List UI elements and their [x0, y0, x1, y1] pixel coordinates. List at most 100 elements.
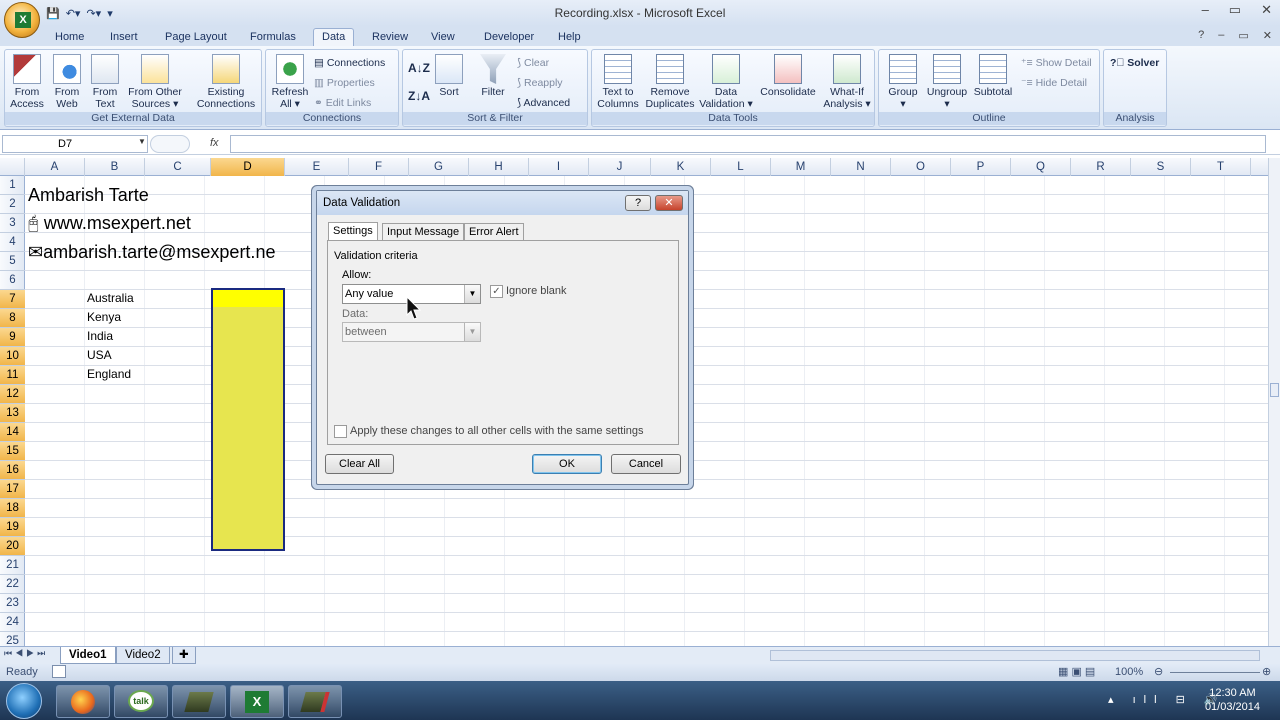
row-header[interactable]: 21 — [0, 556, 25, 575]
sort-ascending-icon[interactable]: A↓Z — [408, 60, 430, 76]
existing-connections-button[interactable]: Existing Connections — [193, 54, 259, 110]
tab-formulas[interactable]: Formulas — [242, 29, 304, 46]
from-web-button[interactable]: From Web — [47, 54, 87, 110]
text-to-columns-button[interactable]: Text to Columns — [594, 54, 642, 110]
dropdown-arrow-icon[interactable]: ▼ — [464, 323, 480, 341]
row-header[interactable]: 1 — [0, 176, 25, 195]
excel-taskbar-icon[interactable]: X — [230, 685, 284, 718]
edit-links-button[interactable]: ⚭ Edit Links — [314, 95, 371, 111]
solver-button[interactable]: ?⃕ Solver — [1110, 55, 1159, 71]
row-header[interactable]: 13 — [0, 404, 25, 423]
horizontal-scrollbar[interactable] — [770, 650, 1260, 661]
row-header[interactable]: 9 — [0, 328, 25, 347]
row-header[interactable]: 7 — [0, 290, 25, 309]
column-header[interactable]: B — [85, 158, 145, 176]
tab-input-message[interactable]: Input Message — [382, 223, 465, 240]
data-dropdown[interactable]: between ▼ — [342, 322, 481, 342]
subtotal-button[interactable]: Subtotal — [971, 54, 1015, 98]
insert-sheet-icon[interactable]: ✚ — [172, 647, 196, 664]
ribbon-restore-icon[interactable]: ▭ — [1238, 29, 1248, 42]
row-header[interactable]: 16 — [0, 461, 25, 480]
column-header[interactable]: P — [951, 158, 1011, 176]
cell-country[interactable]: Australia — [87, 291, 134, 305]
google-talk-taskbar-icon[interactable]: talk — [114, 685, 168, 718]
column-header[interactable]: T — [1191, 158, 1251, 176]
show-detail-button[interactable]: ⁺≡ Show Detail — [1021, 55, 1092, 71]
close-button[interactable]: ✕ — [1261, 2, 1272, 18]
dialog-close-button[interactable]: ✕ — [655, 195, 683, 211]
what-if-analysis-button[interactable]: What-If Analysis ▾ — [820, 54, 874, 110]
view-buttons-icon[interactable]: ▦ ▣ ▤ — [1058, 665, 1095, 678]
zoom-in-icon[interactable]: ⊕ — [1262, 665, 1271, 678]
cell-country[interactable]: India — [87, 329, 113, 343]
row-header[interactable]: 20 — [0, 537, 25, 556]
select-all-corner[interactable] — [0, 158, 25, 176]
row-header[interactable]: 23 — [0, 594, 25, 613]
tab-developer[interactable]: Developer — [476, 29, 542, 46]
app-taskbar-icon[interactable] — [172, 685, 226, 718]
sort-button[interactable]: Sort — [431, 54, 467, 98]
restore-button[interactable]: ▭ — [1229, 2, 1241, 18]
apply-all-checkbox[interactable] — [334, 425, 347, 438]
connections-button[interactable]: ▤ Connections — [314, 55, 385, 71]
row-header[interactable]: 8 — [0, 309, 25, 328]
row-header[interactable]: 17 — [0, 480, 25, 499]
remove-duplicates-button[interactable]: Remove Duplicates — [642, 54, 698, 110]
scroll-thumb[interactable] — [1270, 383, 1279, 397]
macro-record-icon[interactable] — [52, 665, 66, 678]
insert-function-icon[interactable]: fx — [210, 137, 219, 149]
from-text-button[interactable]: From Text — [87, 54, 123, 110]
recorder-taskbar-icon[interactable] — [288, 685, 342, 718]
hide-detail-button[interactable]: ⁻≡ Hide Detail — [1021, 75, 1087, 91]
row-header[interactable]: 15 — [0, 442, 25, 461]
zoom-slider[interactable] — [1170, 672, 1260, 673]
tab-error-alert[interactable]: Error Alert — [464, 223, 524, 240]
clear-all-button[interactable]: Clear All — [325, 454, 394, 474]
row-header[interactable]: 18 — [0, 499, 25, 518]
ok-button[interactable]: OK — [532, 454, 602, 474]
ungroup-button[interactable]: Ungroup ▾ — [923, 54, 971, 110]
refresh-all-button[interactable]: Refresh All ▾ — [268, 54, 312, 110]
column-header[interactable]: Q — [1011, 158, 1071, 176]
row-header[interactable]: 24 — [0, 613, 25, 632]
cell-website[interactable]: 🖰 www.msexpert.net — [28, 213, 191, 234]
filter-button[interactable]: Filter — [473, 54, 513, 98]
column-header[interactable]: D — [211, 158, 285, 176]
clear-filter-button[interactable]: ⟆ Clear — [517, 55, 549, 71]
name-box-dropdown-icon[interactable]: ▼ — [138, 137, 146, 146]
row-header[interactable]: 6 — [0, 271, 25, 290]
row-header[interactable]: 3 — [0, 214, 25, 233]
column-header[interactable]: A — [25, 158, 85, 176]
row-header[interactable]: 12 — [0, 385, 25, 404]
row-header[interactable]: 5 — [0, 252, 25, 271]
column-header[interactable]: N — [831, 158, 891, 176]
column-header[interactable]: F — [349, 158, 409, 176]
row-header[interactable]: 19 — [0, 518, 25, 537]
row-header[interactable]: 11 — [0, 366, 25, 385]
formula-bar-expander[interactable] — [150, 135, 190, 153]
row-header[interactable]: 4 — [0, 233, 25, 252]
properties-button[interactable]: ▥ Properties — [314, 75, 375, 91]
selected-range-d7-d20[interactable] — [211, 288, 285, 551]
cell-name[interactable]: Ambarish Tarte — [28, 185, 149, 206]
data-validation-button[interactable]: Data Validation ▾ — [698, 54, 754, 110]
column-header[interactable]: C — [145, 158, 211, 176]
ribbon-close-icon[interactable]: ✕ — [1263, 29, 1272, 42]
ribbon-minimize-icon[interactable]: – — [1218, 29, 1224, 42]
formula-input[interactable] — [230, 135, 1266, 153]
column-header[interactable]: E — [285, 158, 349, 176]
group-button[interactable]: Group ▾ — [881, 54, 925, 110]
tab-view[interactable]: View — [423, 29, 463, 46]
minimize-button[interactable]: – — [1202, 2, 1209, 18]
column-header[interactable]: I — [529, 158, 589, 176]
column-header[interactable]: S — [1131, 158, 1191, 176]
row-header[interactable]: 2 — [0, 195, 25, 214]
active-cell-d7[interactable] — [213, 290, 283, 307]
vertical-scrollbar[interactable] — [1268, 158, 1280, 646]
from-other-sources-button[interactable]: From Other Sources ▾ — [123, 54, 187, 110]
column-header[interactable]: G — [409, 158, 469, 176]
tab-home[interactable]: Home — [47, 29, 92, 46]
cell-email[interactable]: ✉ambarish.tarte@msexpert.ne — [28, 242, 318, 263]
tab-help[interactable]: Help — [550, 29, 589, 46]
sort-descending-icon[interactable]: Z↓A — [408, 88, 430, 104]
